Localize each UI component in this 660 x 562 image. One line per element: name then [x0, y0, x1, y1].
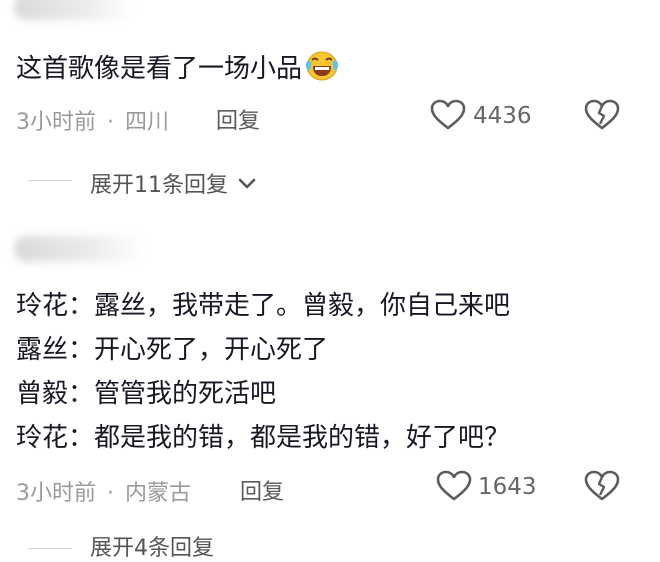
- expand-replies-label: 展开4条回复: [90, 536, 214, 561]
- comment-line: 露丝：开心死了，开心死了: [16, 335, 329, 365]
- like-count: 1643: [478, 474, 537, 500]
- laughing-crying-emoji-icon: [304, 48, 340, 82]
- heart-outline-icon[interactable]: [436, 470, 472, 502]
- comment-time: 3小时前: [16, 110, 96, 135]
- expand-divider: [28, 180, 72, 181]
- expand-replies-button[interactable]: 展开11条回复: [90, 167, 257, 199]
- comment-meta: 3小时前 · 内蒙古: [16, 475, 191, 507]
- expand-replies-button[interactable]: 展开4条回复: [90, 530, 214, 562]
- separator-dot: ·: [107, 481, 114, 506]
- expand-divider: [28, 548, 72, 549]
- expand-replies-label: 展开11条回复: [90, 173, 228, 198]
- comment-line: 玲花：都是我的错，都是我的错，好了吧？: [16, 423, 511, 453]
- comment-location: 四川: [125, 110, 170, 135]
- chevron-down-icon: [238, 178, 256, 189]
- separator-dot: ·: [107, 110, 114, 135]
- dislike-broken-heart-icon[interactable]: [584, 470, 620, 502]
- username-blurred[interactable]: [14, 0, 134, 20]
- reply-button[interactable]: 回复: [240, 474, 284, 506]
- comment-meta: 3小时前 · 四川: [16, 104, 169, 136]
- heart-outline-icon[interactable]: [430, 99, 466, 131]
- like-count: 4436: [473, 103, 532, 129]
- comment-location: 内蒙古: [125, 481, 192, 506]
- reply-button[interactable]: 回复: [216, 103, 260, 135]
- dislike-broken-heart-icon[interactable]: [584, 99, 620, 131]
- comment-time: 3小时前: [16, 481, 96, 506]
- comment-line: 玲花：露丝，我带走了。曾毅，你自己来吧: [16, 291, 511, 321]
- comment-line: 曾毅：管管我的死活吧: [16, 379, 277, 409]
- comment-body: 这首歌像是看了一场小品: [16, 54, 303, 84]
- username-blurred[interactable]: [14, 236, 144, 262]
- comment-text: 这首歌像是看了一场小品: [16, 48, 340, 84]
